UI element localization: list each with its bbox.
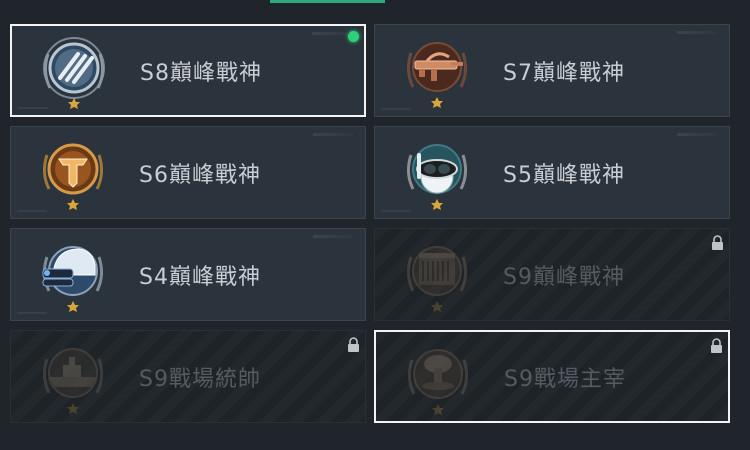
medal-title: S9巔峰戰神 [503, 264, 625, 290]
medal-title: S8巔峰戰神 [140, 60, 262, 86]
medal-title: S5巔峰戰神 [503, 162, 625, 188]
card-decoration [677, 31, 717, 34]
claw-slash-icon [34, 32, 114, 112]
medal-card-s9-peak[interactable]: S9巔峰戰神 [374, 228, 730, 321]
medal-card-s9-commander[interactable]: S9戰場統帥 [10, 330, 366, 423]
medal-grid: S8巔峰戰神 S7巔峰戰神 S6巔峰戰神 S5巔峰戰神 S4巔峰戰神 S9巔峰戰… [10, 24, 730, 423]
equipped-indicator [348, 31, 359, 42]
medal-card-s4[interactable]: S4巔峰戰神 [10, 228, 366, 321]
warship-icon [33, 337, 113, 417]
lock-icon [710, 338, 723, 354]
medal-title: S9戰場統帥 [139, 366, 261, 392]
night-vision-helmet-icon [33, 235, 113, 315]
medal-title: S4巔峰戰神 [139, 264, 261, 290]
medal-card-s8[interactable]: S8巔峰戰神 [10, 24, 366, 117]
medal-card-s9-ruler[interactable]: S9戰場主宰 [374, 330, 730, 423]
medal-card-s7[interactable]: S7巔峰戰神 [374, 24, 730, 117]
medal-card-s5[interactable]: S5巔峰戰神 [374, 126, 730, 219]
medal-title: S7巔峰戰神 [503, 60, 625, 86]
diving-mask-icon [397, 133, 477, 213]
card-decoration [312, 32, 352, 35]
card-decoration [677, 133, 717, 136]
lock-icon [711, 235, 724, 251]
medal-card-s6[interactable]: S6巔峰戰神 [10, 126, 366, 219]
card-decoration [313, 235, 353, 238]
fortress-icon [397, 235, 477, 315]
top-tab-indicator [270, 0, 385, 3]
card-decoration [313, 133, 353, 136]
medal-title: S6巔峰戰神 [139, 162, 261, 188]
lock-icon [347, 337, 360, 353]
rifle-icon [397, 31, 477, 111]
medal-title: S9戰場主宰 [504, 366, 626, 392]
mushroom-cloud-icon [398, 338, 478, 418]
t-emblem-icon [33, 133, 113, 213]
